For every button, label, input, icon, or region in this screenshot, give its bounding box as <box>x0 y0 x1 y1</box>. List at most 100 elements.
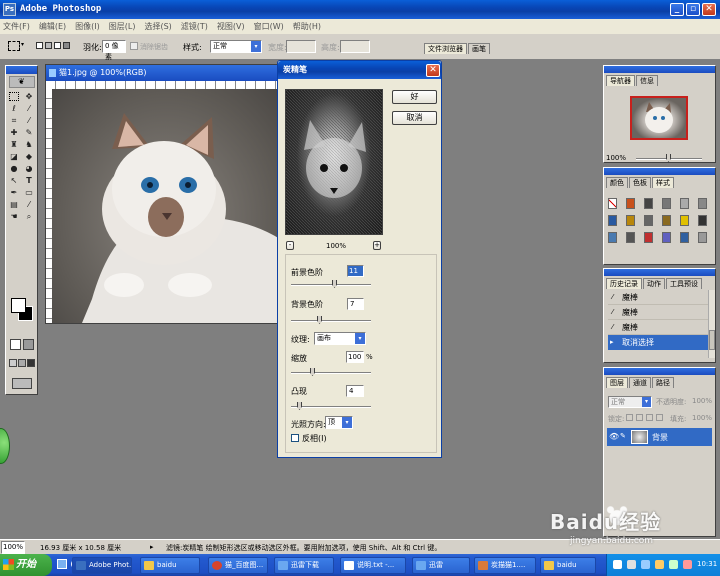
tray-icon[interactable] <box>655 560 664 569</box>
minimize-button[interactable]: _ <box>670 3 684 16</box>
taskbar-item[interactable]: 迅雷下载 <box>274 557 334 574</box>
background-level-slider[interactable] <box>291 316 371 324</box>
menu-file[interactable]: 文件(F) <box>3 22 30 31</box>
side-float-button[interactable] <box>0 428 10 464</box>
zoom-in-button[interactable]: + <box>373 241 381 250</box>
menu-image[interactable]: 图像(I) <box>75 22 100 31</box>
slice-icon[interactable]: ⁄ <box>23 115 35 126</box>
screen-mode-full-icon[interactable] <box>27 359 35 367</box>
blend-mode-select[interactable]: 正常 ▾ <box>608 396 652 408</box>
taskbar-item[interactable]: Adobe Phot... <box>72 557 132 574</box>
relief-input[interactable]: 4 <box>346 385 364 397</box>
jump-to-imageready-icon[interactable] <box>12 378 32 389</box>
tab-brushes[interactable]: 画笔 <box>468 43 490 54</box>
dialog-cancel-button[interactable]: 取消 <box>392 111 437 125</box>
style-swatch[interactable] <box>626 215 635 226</box>
menu-filter[interactable]: 滤镜(T) <box>181 22 208 31</box>
scale-slider[interactable] <box>291 368 371 376</box>
style-swatch[interactable] <box>662 215 671 226</box>
style-swatch[interactable] <box>644 232 653 243</box>
history-brush-icon[interactable]: ♞ <box>23 139 35 150</box>
tray-icon[interactable] <box>627 560 636 569</box>
hand-icon[interactable]: ☚ <box>8 211 20 222</box>
foreground-level-slider[interactable] <box>291 280 371 288</box>
style-swatch[interactable] <box>680 215 689 226</box>
blur-icon[interactable]: ● <box>8 163 20 174</box>
history-item[interactable]: ⁄ 魔棒 <box>608 290 708 305</box>
tab-navigator[interactable]: 导航器 <box>606 75 635 86</box>
taskbar-item[interactable]: baidu <box>140 557 200 574</box>
width-input[interactable] <box>286 40 316 53</box>
marquee-tool-icon[interactable] <box>8 41 20 51</box>
taskbar-item[interactable]: baidu <box>540 557 596 574</box>
selection-mode-icons[interactable] <box>36 42 70 49</box>
tab-color[interactable]: 颜色 <box>606 177 628 188</box>
layer-row[interactable]: 👁 ✎ 背景 <box>607 428 712 446</box>
relief-slider[interactable] <box>291 402 371 410</box>
lock-all-icon[interactable] <box>656 414 663 421</box>
style-swatch[interactable] <box>644 198 653 209</box>
height-input[interactable] <box>340 40 370 53</box>
tab-layers[interactable]: 图层 <box>606 377 628 388</box>
history-item-selected[interactable]: ▸ 取消选择 <box>608 335 708 350</box>
navigator-thumbnail[interactable] <box>630 96 688 140</box>
adobe-logo-icon[interactable]: ❦ <box>8 76 35 88</box>
dodge-icon[interactable]: ◕ <box>23 163 35 174</box>
style-none[interactable] <box>608 198 617 209</box>
close-button[interactable]: ✕ <box>702 3 716 16</box>
menu-help[interactable]: 帮助(H) <box>293 22 321 31</box>
tab-paths[interactable]: 路径 <box>652 377 674 388</box>
tab-history[interactable]: 历史记录 <box>606 278 642 289</box>
lock-transparency-icon[interactable] <box>626 414 633 421</box>
lock-paint-icon[interactable] <box>636 414 643 421</box>
eyedropper-icon[interactable]: ⁄ <box>23 199 35 210</box>
maximize-button[interactable]: ▫ <box>686 3 700 16</box>
path-select-icon[interactable]: ↖ <box>8 175 20 186</box>
antialias-checkbox[interactable] <box>130 42 138 50</box>
style-swatch[interactable] <box>662 198 671 209</box>
zoom-out-button[interactable]: - <box>286 241 294 250</box>
history-scrollbar-thumb[interactable] <box>709 330 715 350</box>
paint-bucket-icon[interactable]: ◆ <box>23 151 35 162</box>
status-zoom[interactable]: 100% <box>1 541 25 554</box>
style-swatch[interactable] <box>626 232 635 243</box>
style-swatch[interactable] <box>698 215 707 226</box>
history-item[interactable]: ⁄ 魔棒 <box>608 305 708 320</box>
menu-layer[interactable]: 图层(L) <box>109 22 136 31</box>
history-item[interactable]: ⁄ 魔棒 <box>608 320 708 335</box>
navigator-zoom-slider[interactable] <box>636 154 702 162</box>
scale-input[interactable]: 100 <box>346 351 364 363</box>
style-swatch[interactable] <box>626 198 635 209</box>
tray-icon[interactable] <box>683 560 692 569</box>
tab-styles[interactable]: 样式 <box>652 177 674 188</box>
fill-value[interactable]: 100% <box>692 414 712 422</box>
tab-swatches[interactable]: 色板 <box>629 177 651 188</box>
eye-icon[interactable]: 👁 <box>609 432 619 441</box>
notes-icon[interactable]: ▤ <box>8 199 20 210</box>
pen-icon[interactable]: ✒ <box>8 187 20 198</box>
cat-image[interactable] <box>52 89 280 323</box>
desktop-icon[interactable] <box>57 559 67 569</box>
eraser-icon[interactable]: ◪ <box>8 151 20 162</box>
texture-select[interactable]: 画布 ▾ <box>314 332 366 345</box>
menu-view[interactable]: 视图(V) <box>217 22 245 31</box>
healing-brush-icon[interactable]: ✚ <box>8 127 20 138</box>
dialog-ok-button[interactable]: 好 <box>392 90 437 104</box>
marquee-icon[interactable] <box>9 92 19 101</box>
standard-mode-icon[interactable] <box>10 339 21 350</box>
feather-input[interactable]: 0 像素 <box>102 40 126 61</box>
taskbar-item[interactable]: 猫_百度图... <box>208 557 268 574</box>
taskbar-item[interactable]: 迅雷 <box>412 557 470 574</box>
foreground-color-swatch[interactable] <box>11 298 26 313</box>
tab-file-browser[interactable]: 文件浏览器 <box>424 43 467 54</box>
style-swatch[interactable] <box>680 232 689 243</box>
start-button[interactable]: 开始 <box>0 554 52 576</box>
tray-icon[interactable] <box>669 560 678 569</box>
tray-icon[interactable] <box>613 560 622 569</box>
style-select[interactable]: 正常 ▾ <box>210 40 262 53</box>
tab-channels[interactable]: 通道 <box>629 377 651 388</box>
foreground-level-input[interactable]: 11 <box>347 265 364 277</box>
screen-mode-full-menu-icon[interactable] <box>18 359 26 367</box>
filter-preview[interactable] <box>285 89 383 235</box>
invert-checkbox[interactable] <box>291 434 299 442</box>
